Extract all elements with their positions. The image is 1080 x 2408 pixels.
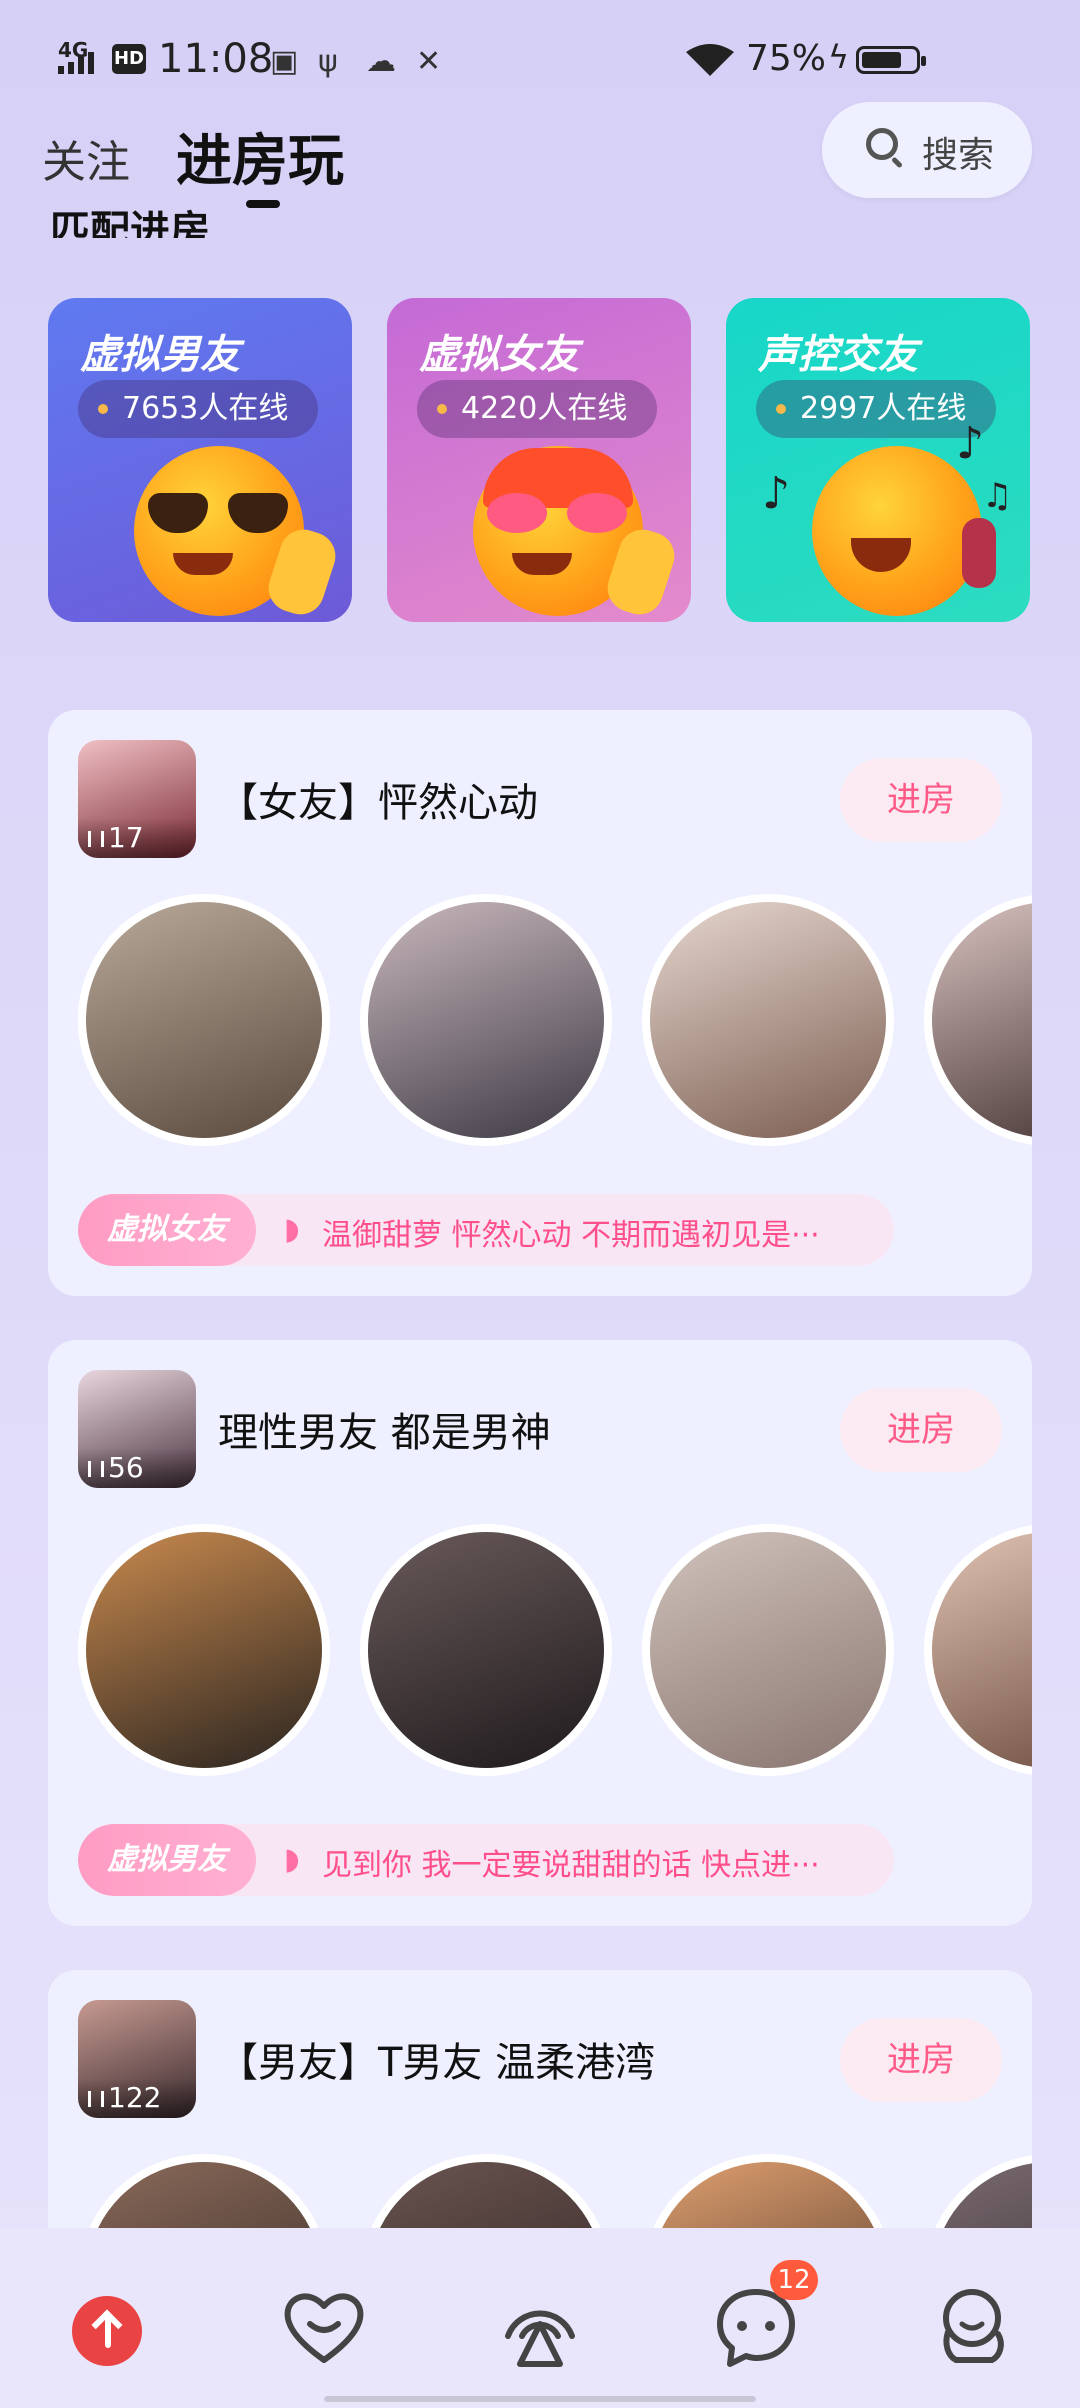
room-title: 【男友】T男友 温柔港湾 xyxy=(218,2040,656,2086)
battery-percent: 75% xyxy=(746,38,827,79)
tab-active-indicator xyxy=(246,200,280,208)
member-photo[interactable] xyxy=(78,1524,330,1776)
member-photo[interactable] xyxy=(360,894,612,1146)
voice-wave-icon: ◗ xyxy=(284,1212,300,1247)
member-photo[interactable] xyxy=(642,894,894,1146)
wechat-icon: ☁ xyxy=(366,44,396,79)
room-card[interactable]: 17 【女友】怦然心动 进房 虚拟女友 ◗ 温御甜萝 怦然心动 不期而遇初见是·… xyxy=(48,710,1032,1296)
section-title: 匹配进房 xyxy=(50,208,210,238)
online-count-pill: 4220人在线 xyxy=(417,380,658,438)
heart-smile-icon[interactable] xyxy=(270,2272,378,2380)
music-note-icon: ♪ xyxy=(956,418,985,469)
category-title: 虚拟男友 xyxy=(80,332,240,378)
room-tag: 虚拟男友 xyxy=(78,1824,256,1896)
sim-icon: ▣ xyxy=(270,44,299,79)
member-photo[interactable] xyxy=(360,1524,612,1776)
headphone-emoji-icon xyxy=(812,446,982,616)
room-avatar: 56 xyxy=(78,1370,196,1488)
listeners-icon xyxy=(88,831,104,847)
room-title: 【女友】怦然心动 xyxy=(218,780,538,826)
category-card-virtual-boyfriend[interactable]: 虚拟男友 7653人在线 xyxy=(48,298,352,622)
category-card-virtual-girlfriend[interactable]: 虚拟女友 4220人在线 xyxy=(387,298,691,622)
tools-icon: ✕ xyxy=(416,44,442,79)
listener-count: 122 xyxy=(78,2078,196,2118)
room-tagline: 虚拟男友 ◗ 见到你 我一定要说甜甜的话 快点进··· xyxy=(78,1824,894,1896)
home-indicator[interactable] xyxy=(324,2396,756,2402)
enter-room-button[interactable]: 进房 xyxy=(840,1388,1002,1472)
wifi-icon xyxy=(686,44,734,76)
room-tag: 虚拟女友 xyxy=(78,1194,256,1266)
listener-count: 17 xyxy=(78,818,196,858)
chat-unread-badge: 12 xyxy=(770,2260,818,2300)
music-note-icon: ♫ xyxy=(982,476,1013,516)
enter-room-button[interactable]: 进房 xyxy=(840,758,1002,842)
member-photo[interactable] xyxy=(924,1524,1032,1776)
member-photo[interactable] xyxy=(924,894,1032,1146)
room-avatar: 122 xyxy=(78,2000,196,2118)
member-photo[interactable] xyxy=(642,1524,894,1776)
listeners-icon xyxy=(88,1461,104,1477)
headphone-icon xyxy=(962,518,996,588)
voice-wave-icon: ◗ xyxy=(284,1842,300,1877)
search-button[interactable]: 搜索 xyxy=(822,102,1032,198)
category-title: 声控交友 xyxy=(758,332,918,378)
tagline-text: 温御甜萝 怦然心动 不期而遇初见是··· xyxy=(322,1218,820,1253)
sunglasses-icon xyxy=(148,493,288,537)
room-card[interactable]: 122 【男友】T男友 温柔港湾 进房 xyxy=(48,1970,1032,2228)
category-card-voice-dating[interactable]: 声控交友 2997人在线 ♪ ♪ ♫ xyxy=(726,298,1030,622)
clock: 11:08 xyxy=(158,36,274,82)
room-avatar: 17 xyxy=(78,740,196,858)
tab-room-play[interactable]: 进房玩 xyxy=(176,116,344,197)
broadcast-icon[interactable] xyxy=(486,2272,594,2380)
tagline-text: 见到你 我一定要说甜甜的话 快点进··· xyxy=(322,1848,820,1883)
online-count-pill: 7653人在线 xyxy=(78,380,319,438)
usb-icon: ψ xyxy=(318,44,338,79)
member-photo[interactable] xyxy=(360,2154,612,2228)
member-photo[interactable] xyxy=(924,2154,1032,2228)
hd-icon: HD xyxy=(112,44,146,74)
member-photo[interactable] xyxy=(78,894,330,1146)
music-note-icon: ♪ xyxy=(762,468,791,519)
category-title: 虚拟女友 xyxy=(419,332,579,378)
battery-icon xyxy=(856,46,926,74)
back-to-top-icon[interactable] xyxy=(72,2296,142,2366)
tab-follow[interactable]: 关注 xyxy=(42,126,130,190)
enter-room-button[interactable]: 进房 xyxy=(840,2018,1002,2102)
listeners-icon xyxy=(88,2091,104,2107)
member-photo[interactable] xyxy=(642,2154,894,2228)
room-title: 理性男友 都是男神 xyxy=(218,1410,551,1456)
search-label: 搜索 xyxy=(922,135,995,176)
profile-icon[interactable] xyxy=(918,2272,1026,2380)
listener-count: 56 xyxy=(78,1448,196,1488)
signal-icon xyxy=(58,52,94,74)
search-icon xyxy=(866,128,898,160)
room-card[interactable]: 56 理性男友 都是男神 进房 虚拟男友 ◗ 见到你 我一定要说甜甜的话 快点进… xyxy=(48,1340,1032,1926)
member-photo[interactable] xyxy=(78,2154,330,2228)
charging-icon: ϟ xyxy=(828,38,850,76)
heart-glasses-icon xyxy=(487,493,627,537)
room-tagline: 虚拟女友 ◗ 温御甜萝 怦然心动 不期而遇初见是··· xyxy=(78,1194,894,1266)
